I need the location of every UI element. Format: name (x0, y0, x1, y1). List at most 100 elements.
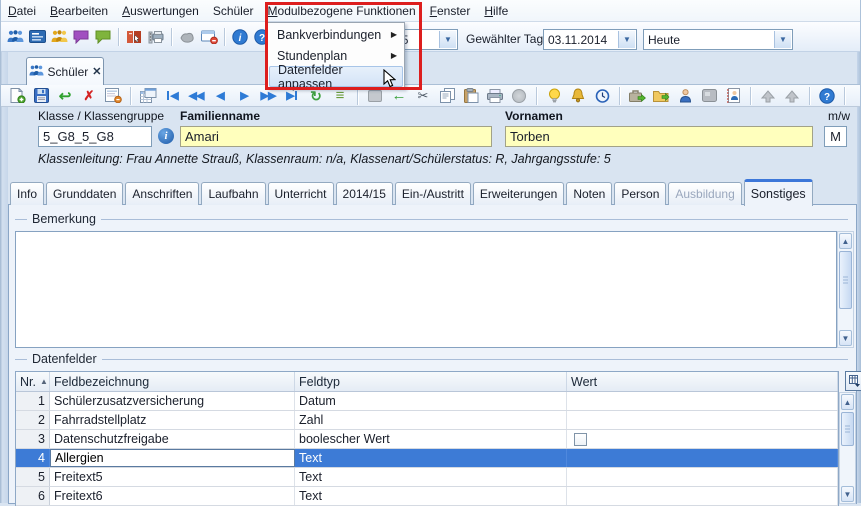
tab-noten[interactable]: Noten (566, 182, 612, 205)
next-record-icon[interactable]: ▶ (234, 85, 254, 107)
sonstiges-panel: Bemerkung ▲ ▼ Datenfelder Nr.▲ Feldbezei… (8, 204, 857, 504)
col-header-nr[interactable]: Nr.▲ (16, 372, 50, 391)
students-icon[interactable] (5, 26, 25, 48)
undo-icon[interactable]: ↩ (55, 85, 75, 107)
tab-schueler[interactable]: Schüler ✕ (26, 57, 104, 85)
hands-disabled-icon[interactable] (177, 26, 197, 48)
scroll-down-icon[interactable]: ▼ (839, 330, 852, 346)
print-icon[interactable] (485, 85, 505, 107)
tab-person[interactable]: Person (614, 182, 666, 205)
table-row: 3 Datenschutzfreigabe boolescher Wert (16, 430, 838, 449)
tab-erweiterungen[interactable]: Erweiterungen (473, 182, 564, 205)
tab-sonstiges[interactable]: Sonstiges (744, 179, 813, 206)
export-briefcase-icon[interactable] (627, 85, 647, 107)
tab-unterricht[interactable]: Unterricht (268, 182, 334, 205)
table-row: 6 Freitext6 Text (16, 487, 838, 506)
chevron-down-icon[interactable]: ▼ (618, 31, 635, 48)
chevron-down-icon[interactable]: ▼ (439, 31, 456, 48)
help-icon[interactable]: ? (817, 85, 837, 107)
first-record-icon[interactable]: ◀ (162, 85, 182, 107)
tab-grunddaten[interactable]: Grunddaten (46, 182, 123, 205)
table-row-selected: 4 Allergien Text (16, 449, 838, 468)
menu-hilfe[interactable]: Hilfe (477, 0, 515, 21)
new-record-icon[interactable] (7, 85, 27, 107)
tab-ein-austritt[interactable]: Ein-/Austritt (395, 182, 471, 205)
column-chooser-button[interactable] (845, 371, 861, 391)
mw-label: m/w (828, 109, 850, 123)
disabled-card-icon[interactable] (699, 85, 719, 107)
copy-icon[interactable] (437, 85, 457, 107)
date-combo[interactable]: 03.11.2014 ▼ (543, 29, 637, 50)
wert-cell[interactable] (567, 468, 838, 486)
tab-2014-15[interactable]: 2014/15 (336, 182, 393, 205)
wert-cell[interactable] (567, 411, 838, 429)
edit-cell[interactable]: Allergien (50, 449, 295, 467)
toolbar-separator (118, 28, 119, 46)
wert-cell[interactable] (567, 430, 838, 448)
prev-record-icon[interactable]: ◀ (210, 85, 230, 107)
fast-prev-icon[interactable]: ◀◀ (186, 85, 206, 107)
col-header-feldtyp[interactable]: Feldtyp (295, 372, 567, 391)
toolbar-separator (844, 87, 845, 105)
tab-anschriften[interactable]: Anschriften (125, 182, 199, 205)
familienname-field[interactable]: Amari (180, 126, 492, 147)
print-list-icon[interactable] (146, 26, 166, 48)
klasse-field[interactable]: 5_G8_5_G8 (38, 126, 152, 147)
classes-icon[interactable] (27, 26, 47, 48)
student-export-icon[interactable] (675, 85, 695, 107)
menu-schueler[interactable]: Schüler (206, 0, 261, 21)
klassenleitung-info: Klassenleitung: Frau Annette Strauß, Kla… (38, 152, 611, 166)
report-book-icon[interactable] (124, 26, 144, 48)
wert-cell[interactable] (567, 487, 838, 505)
courses-icon[interactable] (49, 26, 69, 48)
paste-icon[interactable] (461, 85, 481, 107)
chevron-down-icon[interactable]: ▼ (774, 31, 791, 48)
menu-bearbeiten[interactable]: Bearbeiten (43, 0, 115, 21)
disabled-send2-icon[interactable] (782, 85, 802, 107)
quick-date-combo[interactable]: Heute ▼ (643, 29, 793, 50)
menu-modulbezogene-funktionen[interactable]: Modulbezogene Funktionen (261, 0, 423, 21)
table-scrollbar[interactable]: ▲ ▼ (839, 392, 856, 504)
tab-laufbahn[interactable]: Laufbahn (201, 182, 265, 205)
scrollbar-thumb[interactable] (841, 412, 854, 446)
toolbar-separator (536, 87, 537, 105)
address-book-icon[interactable] (723, 85, 743, 107)
save-icon[interactable] (31, 85, 51, 107)
vornamen-field[interactable]: Torben (505, 126, 813, 147)
export-folder-icon[interactable] (651, 85, 671, 107)
svg-text:?: ? (824, 92, 830, 103)
checkbox[interactable] (574, 433, 587, 446)
copy-table-icon[interactable] (138, 85, 158, 107)
delete-record-icon[interactable]: ✗ (79, 85, 99, 107)
purple-note-icon[interactable] (71, 26, 91, 48)
menu-fenster[interactable]: Fenster (423, 0, 478, 21)
scrollbar-thumb[interactable] (839, 251, 852, 309)
window-remove-icon[interactable] (199, 26, 219, 48)
bemerkung-scrollbar[interactable]: ▲ ▼ (837, 231, 854, 348)
menu-auswertungen[interactable]: Auswertungen (115, 0, 206, 21)
clock-icon[interactable] (592, 85, 612, 107)
bell-icon[interactable] (568, 85, 588, 107)
col-header-feldbezeichnung[interactable]: Feldbezeichnung (50, 372, 295, 391)
geschlecht-field[interactable]: M (824, 126, 847, 147)
hint-bulb-icon[interactable] (544, 85, 564, 107)
tab-info[interactable]: Info (10, 182, 44, 205)
bemerkung-textarea[interactable] (15, 231, 837, 348)
wert-cell[interactable] (567, 449, 838, 467)
disabled-send-icon[interactable] (758, 85, 778, 107)
cut-icon[interactable]: ✂ (413, 85, 433, 107)
scroll-up-icon[interactable]: ▲ (841, 394, 854, 410)
scroll-down-icon[interactable]: ▼ (841, 486, 854, 502)
menu-item-bankverbindungen[interactable]: Bankverbindungen ▶ (269, 24, 403, 45)
disabled-tool-icon[interactable] (509, 85, 529, 107)
menu-datei[interactable]: Datei (1, 0, 43, 21)
tab-label: Schüler (48, 65, 89, 79)
scroll-up-icon[interactable]: ▲ (839, 233, 852, 249)
col-header-wert[interactable]: Wert (567, 372, 838, 391)
wert-cell[interactable] (567, 392, 838, 410)
info-icon[interactable]: i (230, 26, 250, 48)
class-info-icon[interactable]: i (158, 128, 174, 144)
edit-form-icon[interactable] (103, 85, 123, 107)
close-icon[interactable]: ✕ (92, 65, 101, 78)
green-note-icon[interactable] (93, 26, 113, 48)
